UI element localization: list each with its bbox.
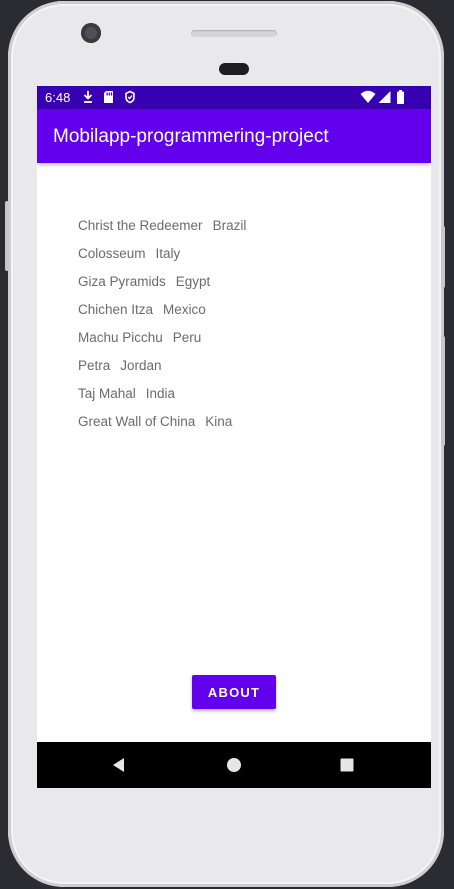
app-title: Mobilapp-programmering-project [53, 126, 329, 147]
battery-icon [397, 90, 404, 104]
wonder-name: Petra [78, 358, 111, 373]
wonder-name: Giza Pyramids [78, 274, 166, 289]
earpiece-speaker [191, 30, 277, 37]
list-item: Taj Mahal India [78, 386, 246, 414]
wonder-name: Machu Picchu [78, 330, 163, 345]
wonder-country: Brazil [212, 218, 247, 233]
list-item: Great Wall of China Kina [78, 414, 246, 442]
download-icon [83, 91, 93, 103]
vpn-icon [125, 90, 135, 104]
list-item: Giza Pyramids Egypt [78, 274, 246, 302]
navigation-bar [37, 742, 431, 788]
back-icon[interactable] [110, 756, 128, 774]
wonder-name: Chichen Itza [78, 302, 154, 317]
wonder-country: Mexico [163, 302, 206, 317]
front-camera [81, 23, 101, 43]
wonder-name: Colosseum [78, 246, 146, 261]
recents-icon[interactable] [338, 756, 356, 774]
wonder-country: Italy [155, 246, 181, 261]
sd-card-icon [104, 91, 113, 103]
list-item: Colosseum Italy [78, 246, 246, 274]
list-item: Christ the Redeemer Brazil [78, 218, 246, 246]
proximity-sensor [219, 63, 249, 75]
wifi-icon [360, 90, 376, 103]
wonder-country: Kina [205, 414, 233, 429]
wonders-list: Christ the Redeemer Brazil Colosseum Italy G… [78, 218, 246, 442]
app-toolbar: Mobilapp-programmering-project [37, 109, 431, 163]
app-screen: 6:48 Mobilapp-programmering-project Chri… [37, 86, 431, 788]
phone-frame: 6:48 Mobilapp-programmering-project Chri… [5, 1, 445, 887]
list-item: Petra Jordan [78, 358, 246, 386]
status-bar: 6:48 [37, 86, 431, 109]
volume-rocker [441, 336, 445, 446]
wonder-country: Egypt [175, 274, 211, 289]
wonder-country: Peru [172, 330, 202, 345]
wonder-name: Taj Mahal [78, 386, 136, 401]
home-icon[interactable] [225, 756, 243, 774]
status-time: 6:48 [45, 90, 71, 105]
wonder-country: India [145, 386, 176, 401]
wonder-country: Jordan [120, 358, 162, 373]
signal-icon [378, 91, 391, 103]
list-item: Machu Picchu Peru [78, 330, 246, 358]
wonder-name: Christ the Redeemer [78, 218, 203, 233]
list-item: Chichen Itza Mexico [78, 302, 246, 330]
wonder-name: Great Wall of China [78, 414, 196, 429]
about-button[interactable]: ABOUT [192, 675, 276, 709]
volume-button [5, 201, 9, 271]
power-button [441, 226, 445, 288]
